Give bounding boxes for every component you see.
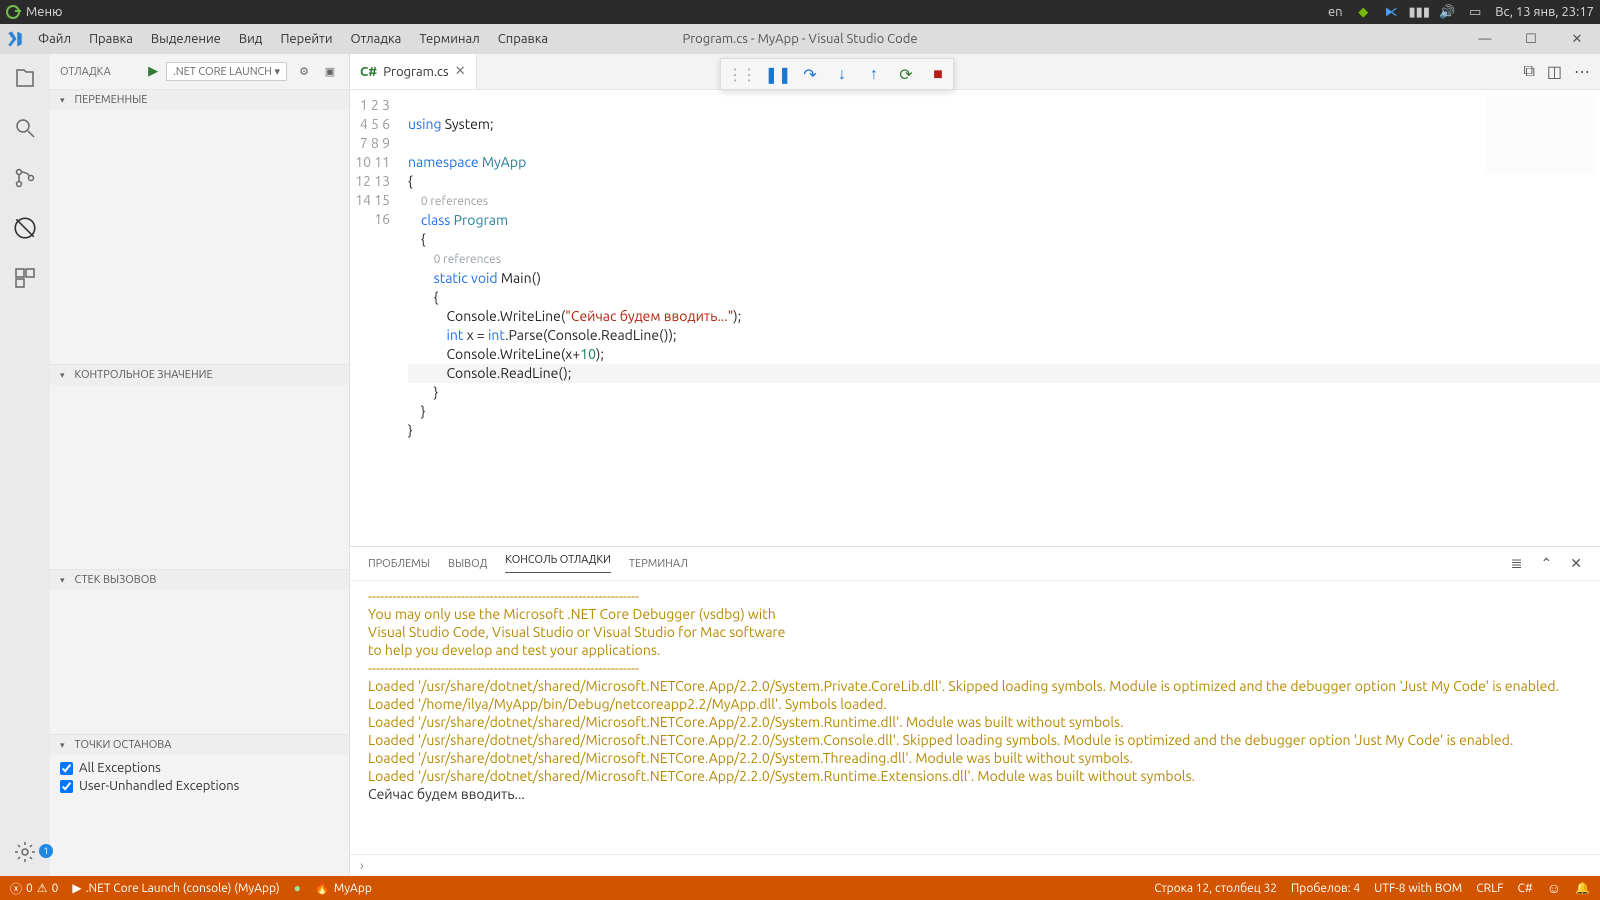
tab-close-icon[interactable]: ✕ xyxy=(455,64,466,79)
code-content[interactable]: using System; namespace MyApp { 0 refere… xyxy=(400,90,1600,546)
os-logo-icon xyxy=(6,5,20,19)
menu-edit[interactable]: Правка xyxy=(81,28,141,50)
settings-badge: 1 xyxy=(39,844,53,858)
debug-console-output[interactable]: ----------------------------------------… xyxy=(350,581,1600,854)
start-debug-button[interactable]: ▶ xyxy=(148,64,158,79)
menu-debug[interactable]: Отладка xyxy=(343,28,410,50)
panel-collapse-icon[interactable]: ⌃ xyxy=(1541,555,1553,572)
nvidia-icon[interactable]: ◆ xyxy=(1355,4,1371,20)
sidebar-title: ОТЛАДКА xyxy=(60,66,111,78)
restart-button[interactable]: ⟳ xyxy=(897,65,915,83)
menu-help[interactable]: Справка xyxy=(490,28,556,50)
clock[interactable]: Вс, 13 янв, 23:17 xyxy=(1495,5,1594,19)
menu-file[interactable]: Файл xyxy=(30,28,79,50)
titlebar: Файл Правка Выделение Вид Перейти Отладк… xyxy=(0,24,1600,54)
editor-area: C# Program.cs ✕ ⧉ ◫ ⋯ ⋮⋮ ❚❚ ↷ ↓ ↑ ⟳ ■ xyxy=(350,54,1600,876)
status-errors[interactable]: ⓧ 0 ⚠ 0 xyxy=(10,880,58,897)
bp-checkbox[interactable] xyxy=(60,762,73,775)
launch-config-select[interactable]: .NET Core Launch ▾ xyxy=(166,62,287,81)
bluetooth-icon[interactable]: ⧔ xyxy=(1383,4,1399,20)
stop-button[interactable]: ■ xyxy=(929,65,947,83)
status-project[interactable]: 🔥 MyApp xyxy=(315,881,372,895)
more-icon[interactable]: ⋯ xyxy=(1574,62,1590,81)
battery-icon[interactable]: ▭ xyxy=(1467,4,1483,20)
menu-go[interactable]: Перейти xyxy=(272,28,340,50)
status-eol[interactable]: CRLF xyxy=(1476,882,1503,895)
search-icon[interactable] xyxy=(11,114,39,142)
code-editor[interactable]: 1 2 3 4 5 6 7 8 9 10 11 12 13 14 15 16 u… xyxy=(350,90,1600,546)
activity-bar: 1 xyxy=(0,54,50,876)
split-editor-icon[interactable]: ◫ xyxy=(1547,62,1562,81)
csharp-file-icon: C# xyxy=(360,65,377,79)
status-bar: ⓧ 0 ⚠ 0 ▶ .NET Core Launch (console) (My… xyxy=(0,876,1600,900)
explorer-icon[interactable] xyxy=(11,64,39,92)
menu-selection[interactable]: Выделение xyxy=(143,28,229,50)
menu-terminal[interactable]: Терминал xyxy=(411,28,487,50)
status-cursor-pos[interactable]: Строка 12, столбец 32 xyxy=(1154,882,1277,895)
status-launch[interactable]: ▶ .NET Core Launch (console) (MyApp) xyxy=(72,881,279,895)
settings-icon[interactable]: 1 xyxy=(11,838,39,866)
minimap[interactable] xyxy=(1486,94,1596,174)
breakpoint-item[interactable]: User-Unhandled Exceptions xyxy=(60,777,339,795)
tab-debug-console[interactable]: КОНСОЛЬ ОТЛАДКИ xyxy=(505,554,611,573)
minimize-button[interactable]: — xyxy=(1462,24,1508,54)
tab-terminal[interactable]: ТЕРМИНАЛ xyxy=(629,558,688,570)
vscode-window: Файл Правка Выделение Вид Перейти Отладк… xyxy=(0,24,1600,900)
menu-view[interactable]: Вид xyxy=(231,28,271,50)
status-bell-icon[interactable]: 🔔 xyxy=(1575,881,1590,895)
keyboard-lang[interactable]: en xyxy=(1327,4,1343,20)
section-variables[interactable]: ПЕРЕМЕННЫЕ xyxy=(50,90,349,110)
maximize-button[interactable]: ☐ xyxy=(1508,24,1554,54)
extensions-icon[interactable] xyxy=(11,264,39,292)
compare-icon[interactable]: ⧉ xyxy=(1523,62,1534,81)
tab-output[interactable]: ВЫВОД xyxy=(448,558,487,570)
bp-checkbox[interactable] xyxy=(60,780,73,793)
menu-bar: Файл Правка Выделение Вид Перейти Отладк… xyxy=(30,28,556,50)
volume-icon[interactable]: 🔊 xyxy=(1439,4,1455,20)
status-feedback-icon[interactable]: ☺ xyxy=(1547,880,1561,896)
status-indent[interactable]: Пробелов: 4 xyxy=(1291,882,1360,895)
section-callstack[interactable]: СТЕК ВЫЗОВОВ xyxy=(50,570,349,590)
editor-tabs: C# Program.cs ✕ ⧉ ◫ ⋯ xyxy=(350,54,1600,90)
tab-label: Program.cs xyxy=(383,65,448,79)
desktop-taskbar: Меню en ◆ ⧔ ▮▮▮ 🔊 ▭ Вс, 13 янв, 23:17 xyxy=(0,0,1600,24)
tab-program-cs[interactable]: C# Program.cs ✕ xyxy=(350,54,477,89)
breakpoint-item[interactable]: All Exceptions xyxy=(60,759,339,777)
bp-label: User-Unhandled Exceptions xyxy=(79,779,239,793)
debug-toolbar[interactable]: ⋮⋮ ❚❚ ↷ ↓ ↑ ⟳ ■ xyxy=(720,58,954,90)
panel-filter-icon[interactable]: ≣ xyxy=(1511,555,1523,572)
console-icon[interactable]: ▣ xyxy=(321,65,339,78)
status-sync[interactable]: ● xyxy=(294,881,301,895)
close-button[interactable]: ✕ xyxy=(1554,24,1600,54)
status-lang[interactable]: C# xyxy=(1517,882,1532,895)
toolbar-grip-icon[interactable]: ⋮⋮ xyxy=(727,65,755,84)
line-numbers: 1 2 3 4 5 6 7 8 9 10 11 12 13 14 15 16 xyxy=(350,90,400,546)
debug-icon[interactable] xyxy=(11,214,39,242)
status-encoding[interactable]: UTF-8 with BOM xyxy=(1374,882,1462,895)
vscode-icon xyxy=(0,30,30,48)
bottom-panel: ПРОБЛЕМЫ ВЫВОД КОНСОЛЬ ОТЛАДКИ ТЕРМИНАЛ … xyxy=(350,546,1600,876)
bp-label: All Exceptions xyxy=(79,761,161,775)
panel-close-icon[interactable]: ✕ xyxy=(1570,555,1582,572)
scm-icon[interactable] xyxy=(11,164,39,192)
menu-button[interactable]: Меню xyxy=(26,5,62,19)
section-watch[interactable]: КОНТРОЛЬНОЕ ЗНАЧЕНИЕ xyxy=(50,365,349,385)
debug-console-input[interactable]: › xyxy=(350,854,1600,876)
debug-sidebar: ОТЛАДКА ▶ .NET Core Launch ▾ ⚙ ▣ ПЕРЕМЕН… xyxy=(50,54,350,876)
step-over-button[interactable]: ↷ xyxy=(801,65,819,83)
network-icon[interactable]: ▮▮▮ xyxy=(1411,4,1427,20)
sidebar-header: ОТЛАДКА ▶ .NET Core Launch ▾ ⚙ ▣ xyxy=(50,54,349,89)
step-into-button[interactable]: ↓ xyxy=(833,65,851,83)
panel-tabs: ПРОБЛЕМЫ ВЫВОД КОНСОЛЬ ОТЛАДКИ ТЕРМИНАЛ … xyxy=(350,547,1600,581)
section-breakpoints[interactable]: ТОЧКИ ОСТАНОВА xyxy=(50,735,349,755)
pause-button[interactable]: ❚❚ xyxy=(769,65,787,83)
gear-icon[interactable]: ⚙ xyxy=(295,65,313,78)
step-out-button[interactable]: ↑ xyxy=(865,65,883,83)
tab-problems[interactable]: ПРОБЛЕМЫ xyxy=(368,558,430,570)
